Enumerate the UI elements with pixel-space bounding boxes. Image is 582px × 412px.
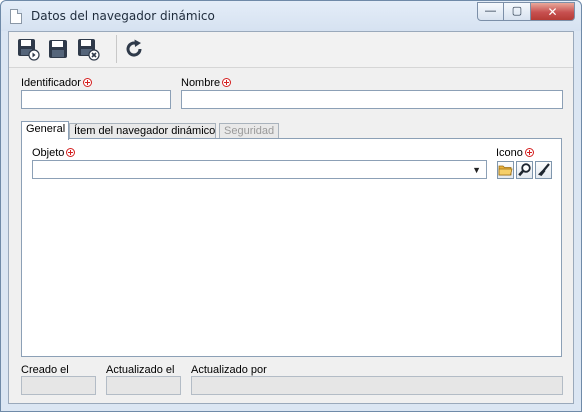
tab-seguridad: Seguridad [219, 123, 279, 139]
identificador-label-text: Identificador [21, 77, 81, 89]
dialog-window: Datos del navegador dinámico — ▢ ✕ Ident… [0, 0, 582, 412]
document-icon [10, 9, 22, 24]
identificador-label: Identificador [21, 77, 92, 89]
save-new-button[interactable] [16, 37, 40, 61]
minimize-button[interactable]: — [477, 2, 504, 21]
nombre-label: Nombre [181, 77, 232, 89]
window-title: Datos del navegador dinámico [31, 9, 215, 23]
actualizado-por-field [191, 376, 563, 395]
search-icon-button[interactable] [516, 161, 533, 179]
toolbar [9, 32, 573, 68]
creado-label: Creado el [21, 364, 69, 376]
close-button[interactable]: ✕ [531, 2, 575, 21]
folder-icon [498, 165, 513, 176]
objeto-label-text: Objeto [32, 147, 65, 159]
brush-icon [538, 163, 550, 176]
refresh-button[interactable] [122, 37, 146, 61]
title-bar[interactable]: Datos del navegador dinámico — ▢ ✕ [1, 1, 581, 31]
window-controls: — ▢ ✕ [477, 2, 575, 22]
tab-general[interactable]: General [21, 121, 69, 140]
icono-label: Icono [496, 147, 534, 159]
maximize-button[interactable]: ▢ [504, 2, 531, 21]
dropdown-arrow-icon: ▼ [472, 165, 481, 175]
search-icon [518, 163, 531, 177]
select-icon-file-button[interactable] [497, 161, 514, 179]
objeto-label: Objeto [32, 147, 76, 159]
save-button[interactable] [46, 37, 70, 61]
refresh-icon [126, 39, 142, 57]
save-close-button[interactable] [76, 37, 100, 61]
icono-label-text: Icono [496, 147, 523, 159]
required-icon [66, 148, 76, 157]
nombre-label-text: Nombre [181, 77, 221, 89]
clear-icon-button[interactable] [535, 161, 552, 179]
floppy-close-icon [78, 39, 100, 61]
actualizado-label: Actualizado el [106, 364, 175, 376]
floppy-icon [49, 40, 67, 58]
actualizado-por-label: Actualizado por [191, 364, 267, 376]
actualizado-field [106, 376, 181, 395]
dialog-content: Identificador Nombre General Ítem del na… [8, 31, 574, 404]
required-icon [82, 78, 92, 87]
floppy-add-icon [18, 39, 40, 61]
required-icon [524, 148, 534, 157]
identificador-input[interactable] [21, 90, 171, 109]
tab-item-navegador[interactable]: Ítem del navegador dinámico [69, 123, 216, 139]
creado-field [21, 376, 96, 395]
required-icon [222, 78, 232, 87]
objeto-select[interactable]: ▼ [32, 160, 487, 179]
tab-panel-general: Objeto ▼ Icono [21, 138, 562, 357]
nombre-input[interactable] [181, 90, 563, 109]
toolbar-separator [116, 35, 117, 63]
